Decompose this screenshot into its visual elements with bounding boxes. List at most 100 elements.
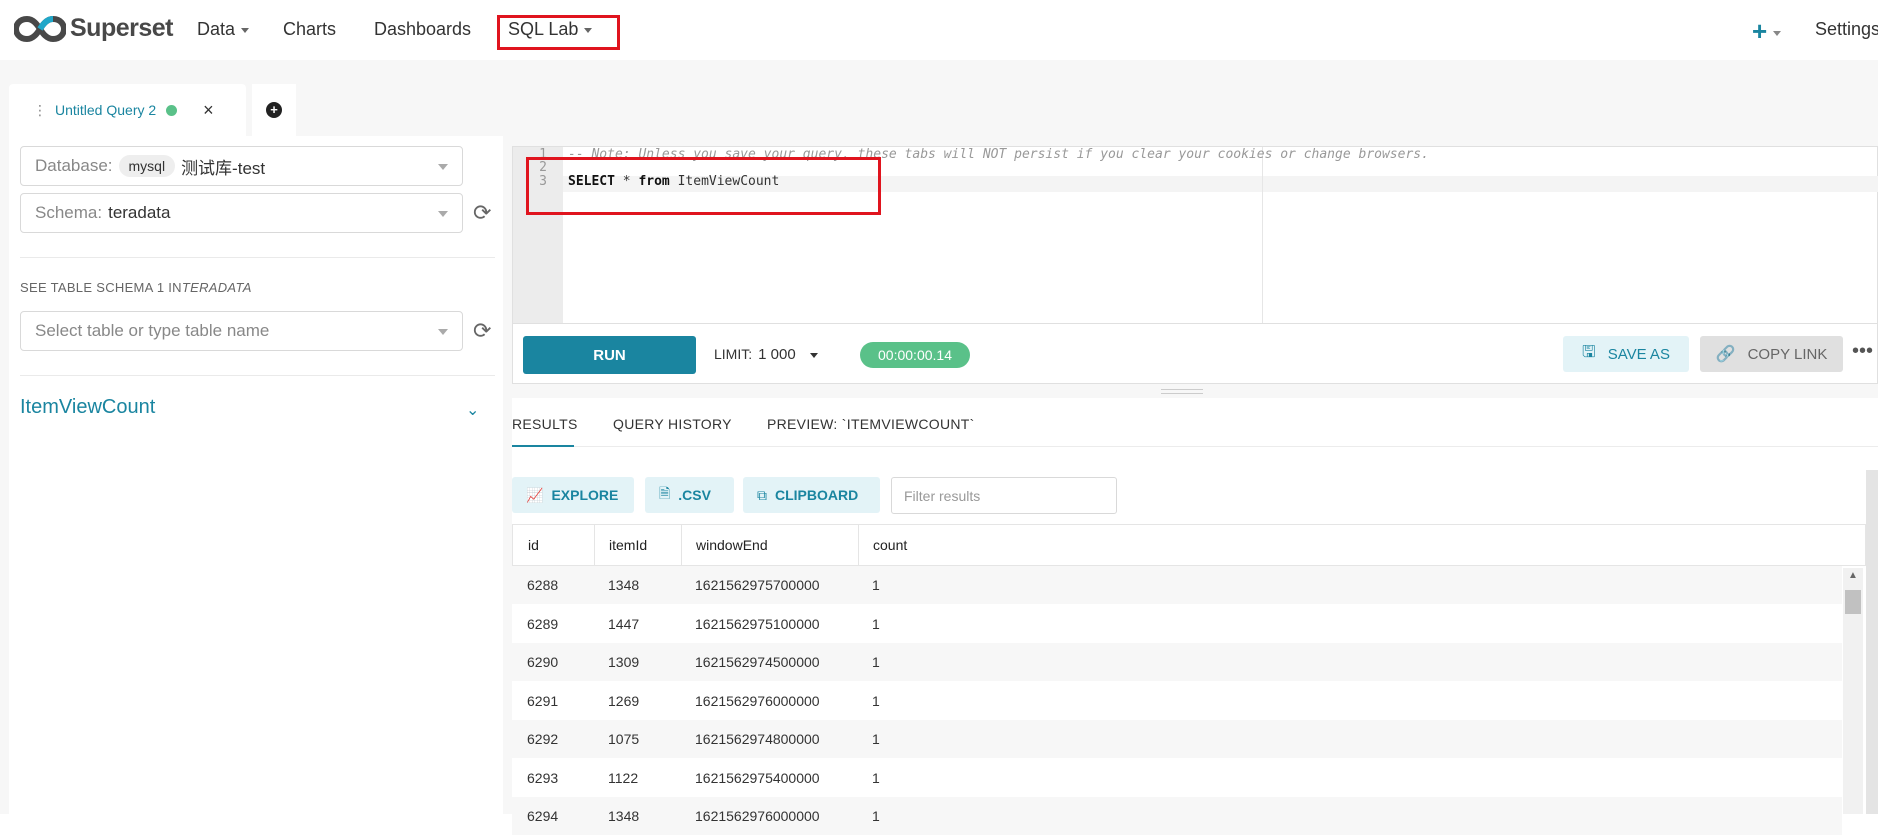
top-navbar: Superset Data Charts Dashboards SQL Lab …	[0, 0, 1878, 60]
cell-itemid: 1348	[608, 808, 640, 824]
database-label: Database:	[35, 156, 113, 175]
clipboard-label: CLIPBOARD	[775, 487, 859, 503]
print-margin	[1262, 147, 1263, 323]
save-icon: 🖫	[1582, 343, 1596, 361]
csv-button[interactable]: 🗎 .CSV	[645, 477, 734, 513]
plus-circle-icon: +	[266, 102, 282, 118]
resize-handle[interactable]	[1161, 389, 1203, 394]
cell-count: 1	[872, 577, 880, 593]
explore-label: EXPLORE	[551, 487, 619, 503]
table-row[interactable]: 6290 1309 1621562974500000 1	[512, 643, 1842, 681]
table-row[interactable]: 6291 1269 1621562976000000 1	[512, 682, 1842, 720]
table-row[interactable]: 6288 1348 1621562975700000 1	[512, 566, 1842, 604]
add-tab-button[interactable]: +	[252, 84, 296, 136]
divider	[20, 375, 495, 376]
cell-windowend: 1621562974500000	[695, 654, 820, 670]
nav-data-label: Data	[197, 19, 236, 39]
cell-windowend: 1621562975400000	[695, 769, 820, 786]
cell-windowend: 1621562976000000	[695, 692, 820, 709]
cell-itemid: 1348	[608, 577, 640, 593]
column-divider	[681, 525, 682, 567]
table-row[interactable]: 6289 1447 1621562975100000 1	[512, 605, 1842, 643]
annotation-highlight-sqllab	[497, 15, 620, 50]
schema-heading: SEE TABLE SCHEMA 1 INTERADATA	[20, 280, 252, 295]
nav-data[interactable]: Data	[197, 19, 250, 40]
tabs-divider	[512, 446, 1878, 447]
cell-id: 6292	[527, 731, 559, 747]
plus-label: +	[1752, 16, 1768, 46]
query-tab[interactable]: ⋮ Untitled Query 2 ×	[9, 84, 246, 136]
table-header: id itemId windowEnd count	[512, 524, 1866, 567]
more-options-icon[interactable]: •••	[1852, 340, 1873, 363]
chevron-down-icon[interactable]: ⌄	[466, 400, 479, 420]
schema-select[interactable]: Schema: teradata	[20, 193, 463, 233]
table-select[interactable]: Select table or type table name	[20, 311, 463, 351]
table-row[interactable]: 6293 1122 1621562975400000 1	[512, 759, 1842, 797]
filter-results-input[interactable]: Filter results	[891, 477, 1117, 514]
table-row[interactable]: 6294 1348 1621562976000000 1	[512, 797, 1842, 835]
brand-name: Superset	[70, 14, 173, 42]
cell-windowend: 1621562975700000	[695, 577, 820, 593]
superset-logo[interactable]: Superset	[14, 14, 173, 43]
cell-id: 6289	[527, 615, 559, 632]
cell-itemid: 1075	[608, 731, 640, 747]
scroll-up-icon[interactable]: ▲	[1848, 570, 1858, 581]
drag-handle-icon[interactable]: ⋮	[33, 102, 47, 119]
database-select[interactable]: Database: mysql 测试库-test	[20, 146, 463, 186]
tab-preview[interactable]: PREVIEW: `ITEMVIEWCOUNT`	[767, 416, 975, 432]
refresh-icon[interactable]: ⟳	[473, 200, 491, 226]
nav-settings[interactable]: Settings	[1815, 19, 1878, 40]
nav-charts[interactable]: Charts	[283, 19, 336, 40]
table-name[interactable]: ItemViewCount	[20, 396, 155, 419]
divider	[20, 257, 495, 258]
cell-itemid: 1447	[608, 615, 640, 632]
column-divider	[858, 525, 859, 567]
chevron-down-icon	[438, 329, 448, 335]
run-button[interactable]: RUN	[523, 336, 696, 374]
cell-count: 1	[872, 808, 880, 824]
save-as-label: SAVE AS	[1607, 345, 1670, 363]
clipboard-button[interactable]: ⧉ CLIPBOARD	[743, 477, 880, 513]
limit-value: 1 000	[758, 346, 796, 363]
copy-icon: ⧉	[757, 486, 767, 503]
close-icon[interactable]: ×	[203, 100, 214, 121]
schema-heading-text: SEE TABLE SCHEMA 1 IN	[20, 280, 182, 295]
column-header-windowend[interactable]: windowEnd	[696, 537, 768, 553]
cell-count: 1	[872, 615, 880, 632]
table-row[interactable]: 6292 1075 1621562974800000 1	[512, 720, 1842, 758]
query-timer: 00:00:00.14	[860, 342, 970, 368]
column-header-itemid[interactable]: itemId	[609, 537, 647, 553]
cell-count: 1	[872, 654, 880, 670]
cell-id: 6291	[527, 692, 559, 709]
cell-id: 6288	[527, 577, 559, 593]
database-type-tag: mysql	[118, 155, 176, 177]
tab-query-history[interactable]: QUERY HISTORY	[613, 416, 732, 432]
refresh-icon[interactable]: ⟳	[473, 318, 491, 344]
chevron-down-icon	[1773, 30, 1782, 36]
cell-id: 6294	[527, 808, 559, 824]
table-scrollbar[interactable]: ▲	[1843, 568, 1863, 814]
page-scrollbar[interactable]	[1866, 470, 1878, 814]
limit-dropdown[interactable]: LIMIT: 1 000	[714, 346, 818, 363]
limit-label: LIMIT:	[714, 346, 753, 362]
explore-button[interactable]: 📈 EXPLORE	[512, 477, 634, 513]
copy-link-button[interactable]: 🔗 COPY LINK	[1700, 336, 1843, 372]
file-icon: 🗎	[659, 485, 671, 501]
cell-count: 1	[872, 769, 880, 786]
cell-windowend: 1621562976000000	[695, 808, 820, 824]
column-header-count[interactable]: count	[873, 537, 907, 553]
scrollbar-thumb[interactable]	[1845, 590, 1861, 614]
query-tab-label: Untitled Query 2	[55, 102, 157, 118]
active-tab-indicator	[512, 445, 574, 447]
tab-results[interactable]: RESULTS	[512, 416, 578, 432]
new-item-plus-icon[interactable]: +	[1752, 16, 1782, 47]
status-dot-icon	[166, 104, 178, 116]
save-as-button[interactable]: 🖫 SAVE AS	[1563, 336, 1689, 372]
nav-dashboards[interactable]: Dashboards	[374, 19, 471, 40]
cell-count: 1	[872, 692, 880, 709]
column-header-id[interactable]: id	[528, 537, 539, 553]
copy-link-label: COPY LINK	[1747, 345, 1828, 363]
schema-value: teradata	[108, 203, 171, 222]
superset-logo-icon	[14, 15, 66, 42]
table-select-placeholder: Select table or type table name	[35, 321, 270, 340]
